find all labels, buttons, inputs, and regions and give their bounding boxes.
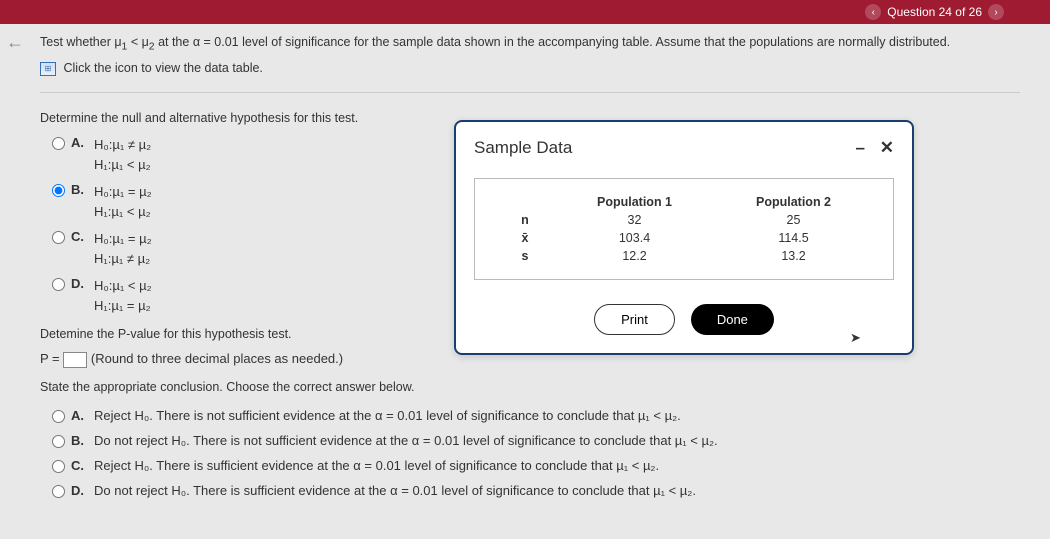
question-counter: Question 24 of 26 (887, 5, 982, 19)
data-table-icon[interactable]: ⊞ (40, 62, 56, 76)
minimize-icon[interactable]: – (856, 138, 865, 157)
modal-footer: Print Done (474, 304, 894, 335)
modal-header: Sample Data – ✕ (474, 138, 894, 158)
prev-question-button[interactable]: ‹ (865, 4, 881, 20)
radio-conc-c[interactable] (52, 460, 65, 473)
data-table-link-row: ⊞ Click the icon to view the data table. (40, 58, 1020, 78)
radio-b[interactable] (52, 184, 65, 197)
radio-conc-b[interactable] (52, 435, 65, 448)
cursor-icon: ➤ (850, 330, 861, 346)
table-row: n 32 25 (495, 211, 873, 229)
conclusion-options: A. Reject H₀. There is not sufficient ev… (52, 408, 1020, 498)
radio-a[interactable] (52, 137, 65, 150)
close-icon[interactable]: ✕ (880, 138, 894, 157)
question-prompt: Test whether μ1 < μ2 at the α = 0.01 lev… (40, 32, 1020, 56)
modal-title: Sample Data (474, 138, 572, 158)
table-header-row: Population 1 Population 2 (495, 193, 873, 211)
done-button[interactable]: Done (691, 304, 774, 335)
pvalue-input[interactable] (63, 352, 87, 368)
conclusion-b[interactable]: B. Do not reject H₀. There is not suffic… (52, 433, 1020, 448)
radio-c[interactable] (52, 231, 65, 244)
divider (40, 92, 1020, 93)
pop2-header: Population 2 (714, 193, 873, 211)
conclusion-question-title: State the appropriate conclusion. Choose… (40, 380, 1020, 394)
sample-data-modal: Sample Data – ✕ Population 1 Population … (454, 120, 914, 355)
conclusion-a[interactable]: A. Reject H₀. There is not sufficient ev… (52, 408, 1020, 423)
back-arrow-icon[interactable]: ← (6, 32, 24, 53)
pop1-header: Population 1 (555, 193, 714, 211)
radio-conc-d[interactable] (52, 485, 65, 498)
next-question-button[interactable]: › (988, 4, 1004, 20)
sample-data-table: Population 1 Population 2 n 32 25 x̄ 103… (495, 193, 873, 265)
radio-conc-a[interactable] (52, 410, 65, 423)
conclusion-c[interactable]: C. Reject H₀. There is sufficient eviden… (52, 458, 1020, 473)
table-row: s 12.2 13.2 (495, 247, 873, 265)
radio-d[interactable] (52, 278, 65, 291)
data-table-link-text[interactable]: Click the icon to view the data table. (63, 61, 262, 75)
data-table-container: Population 1 Population 2 n 32 25 x̄ 103… (474, 178, 894, 280)
print-button[interactable]: Print (594, 304, 675, 335)
header-bar: ‹ Question 24 of 26 › (0, 0, 1050, 24)
conclusion-d[interactable]: D. Do not reject H₀. There is sufficient… (52, 483, 1020, 498)
table-row: x̄ 103.4 114.5 (495, 229, 873, 247)
